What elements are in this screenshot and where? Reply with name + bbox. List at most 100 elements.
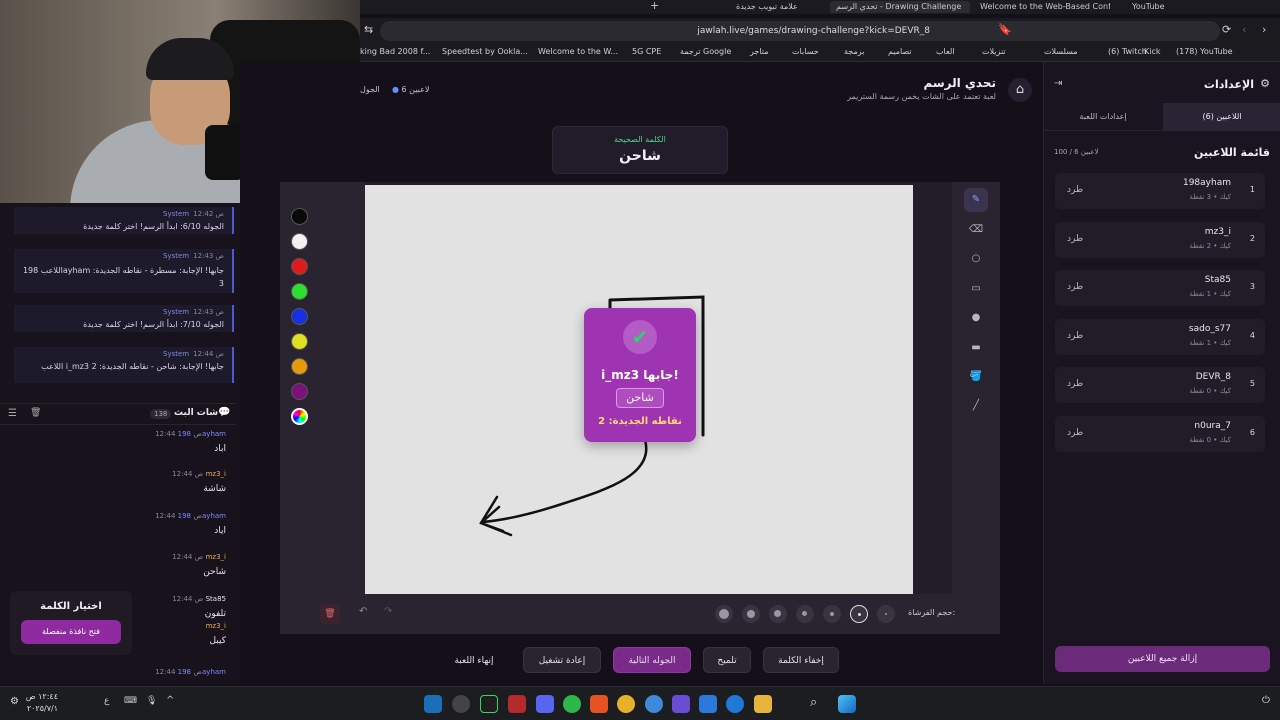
tab-web-config[interactable]: Welcome to the Web-Based Config...	[980, 1, 1110, 13]
tab-players[interactable]: اللاعبين (6)	[1163, 103, 1280, 131]
color-swatch-orange[interactable]	[291, 358, 308, 375]
bookmark-5g-cpe[interactable]: 5G CPE	[632, 47, 661, 56]
bookmark-icon[interactable]: 🔖	[998, 23, 1012, 36]
kick-button[interactable]: طرد	[1067, 185, 1083, 195]
url-field[interactable]: jawlah.live/games/drawing-challenge?kick…	[380, 21, 1220, 41]
next-round-button[interactable]: الجوله التالية	[613, 647, 691, 673]
remove-all-players-button[interactable]: إزالة جميع اللاعبين	[1055, 646, 1270, 672]
rectangle-outline-icon[interactable]: ▭	[964, 277, 988, 301]
line-icon[interactable]: ╱	[964, 394, 988, 418]
rectangle-fill-icon[interactable]: ▬	[964, 336, 988, 360]
settings-gear-icon[interactable]: ⚙	[10, 696, 19, 707]
steam-icon[interactable]	[424, 695, 442, 713]
color-swatch-purple[interactable]	[291, 383, 308, 400]
media-app-icon[interactable]	[508, 695, 526, 713]
kick-app-icon[interactable]	[480, 695, 498, 713]
restart-button[interactable]: إعادة تشغيل	[523, 647, 601, 673]
obs-icon[interactable]	[452, 695, 470, 713]
gear-icon: ⚙	[1260, 77, 1270, 90]
split-view-icon[interactable]: ⇆	[364, 23, 373, 36]
brave-icon[interactable]	[590, 695, 608, 713]
bookmark-google-translate[interactable]: ترجمة Google	[680, 47, 731, 56]
kick-button[interactable]: طرد	[1067, 282, 1083, 292]
bookmark-designs[interactable]: تصاميم	[888, 47, 912, 56]
hint-button[interactable]: تلميح	[703, 647, 751, 673]
kick-button[interactable]: طرد	[1067, 428, 1083, 438]
collapse-icon[interactable]: ☰	[8, 408, 17, 419]
bookmark-youtube[interactable]: (178) YouTube	[1176, 47, 1233, 56]
new-tab-plus-icon[interactable]: +	[650, 1, 659, 13]
end-game-button[interactable]: إنهاء اللعبة	[442, 647, 506, 673]
color-palette	[280, 182, 365, 594]
tab-game-settings[interactable]: إعدادات اللعبة	[1044, 103, 1162, 131]
kick-button[interactable]: طرد	[1067, 234, 1083, 244]
bookmark-programming[interactable]: برمجة	[844, 47, 864, 56]
tray-expand-icon[interactable]: ^	[166, 695, 174, 706]
fill-bucket-icon[interactable]: 🪣	[964, 365, 988, 389]
clear-canvas-icon[interactable]: 🗑	[320, 604, 340, 624]
bookmark-breaking-bad[interactable]: king Bad 2008 f...	[360, 47, 430, 56]
bookmark-welcome[interactable]: Welcome to the W...	[538, 47, 618, 56]
bookmark-series[interactable]: مسلسلات	[1044, 47, 1078, 56]
discord-icon[interactable]	[536, 695, 554, 713]
color-picker-icon[interactable]	[291, 408, 308, 425]
language-indicator[interactable]: ع	[104, 696, 109, 706]
chat-app-icon[interactable]	[563, 695, 581, 713]
undo-icon[interactable]: ↶	[359, 606, 367, 617]
search-icon[interactable]: ⌕	[810, 695, 817, 710]
brush-size-option-selected[interactable]	[850, 605, 868, 623]
tab-new-tab[interactable]: علامة تبويب جديدة	[736, 1, 816, 13]
tab-youtube[interactable]: YouTube	[1132, 1, 1165, 13]
chat-header: ☰ 🗑 138 شات البث 💬	[0, 403, 236, 425]
brush-size-option[interactable]	[715, 605, 733, 623]
forward-icon[interactable]: ‹	[1242, 23, 1246, 36]
chrome-icon[interactable]	[617, 695, 635, 713]
bookmark-speedtest[interactable]: Speedtest by Ookla...	[442, 47, 528, 56]
brush-size-option[interactable]	[742, 605, 760, 623]
edge-icon[interactable]	[726, 695, 744, 713]
app-icon[interactable]	[672, 695, 690, 713]
color-swatch-blue[interactable]	[291, 308, 308, 325]
pencil-icon[interactable]: ✎	[964, 188, 988, 212]
correct-word-box: الكلمة الصحيحة شاحن	[552, 126, 728, 174]
kick-button[interactable]: طرد	[1067, 379, 1083, 389]
winner-text: i_mz3 جابها!	[601, 368, 679, 382]
back-icon[interactable]: ›	[1262, 23, 1266, 36]
eraser-icon[interactable]: ⌫	[964, 218, 988, 242]
player-row: 6 n0ura_7 كيك • 0 نقطة طرد	[1055, 416, 1265, 452]
brush-size-option[interactable]	[877, 605, 895, 623]
color-swatch-green[interactable]	[291, 283, 308, 300]
brush-size-option[interactable]	[823, 605, 841, 623]
keyboard-icon[interactable]: ⌨	[124, 696, 137, 706]
reload-icon[interactable]: ⟳	[1222, 23, 1231, 36]
color-swatch-yellow[interactable]	[291, 333, 308, 350]
color-swatch-white[interactable]	[291, 233, 308, 250]
file-explorer-icon[interactable]	[754, 695, 772, 713]
brush-size-option[interactable]	[796, 605, 814, 623]
kick-button[interactable]: طرد	[1067, 331, 1083, 341]
chrome-profile-icon[interactable]	[645, 695, 663, 713]
windows-start-icon[interactable]	[838, 695, 856, 713]
home-icon[interactable]: ⌂	[1008, 78, 1032, 102]
collapse-panel-icon[interactable]: ⇥	[1054, 78, 1062, 89]
microphone-icon[interactable]: 🎙	[146, 696, 157, 706]
bookmark-games[interactable]: العاب	[936, 47, 955, 56]
taskbar-clock[interactable]: ١٢:٤٤ ص ٢٠٢٥/٧/١	[24, 691, 58, 715]
circle-fill-icon[interactable]: ●	[964, 306, 988, 330]
color-swatch-black[interactable]	[291, 208, 308, 225]
tray-icon[interactable]: ⏻	[1262, 695, 1270, 706]
open-separate-window-button[interactable]: فتح نافذة منفصلة	[21, 620, 121, 644]
tab-drawing-challenge[interactable]: تحدي الرسم - Drawing Challenge	[830, 1, 970, 13]
vscode-icon[interactable]	[699, 695, 717, 713]
bookmark-downloads[interactable]: تنزيلات	[982, 47, 1006, 56]
bookmark-twitch[interactable]: (6) Twitch	[1108, 47, 1147, 56]
redo-icon[interactable]: ↷	[384, 606, 392, 617]
trash-icon[interactable]: 🗑	[30, 408, 41, 418]
circle-outline-icon[interactable]: ○	[964, 247, 988, 271]
color-swatch-red[interactable]	[291, 258, 308, 275]
bookmark-stores[interactable]: متاجر	[750, 47, 769, 56]
bookmark-accounts[interactable]: حسابات	[792, 47, 819, 56]
brush-size-option[interactable]	[769, 605, 787, 623]
hide-word-button[interactable]: إخفاء الكلمة	[763, 647, 839, 673]
system-message: System 12:44 ص اللاعب i_mz3 جابها! الإجاب…	[14, 347, 234, 383]
